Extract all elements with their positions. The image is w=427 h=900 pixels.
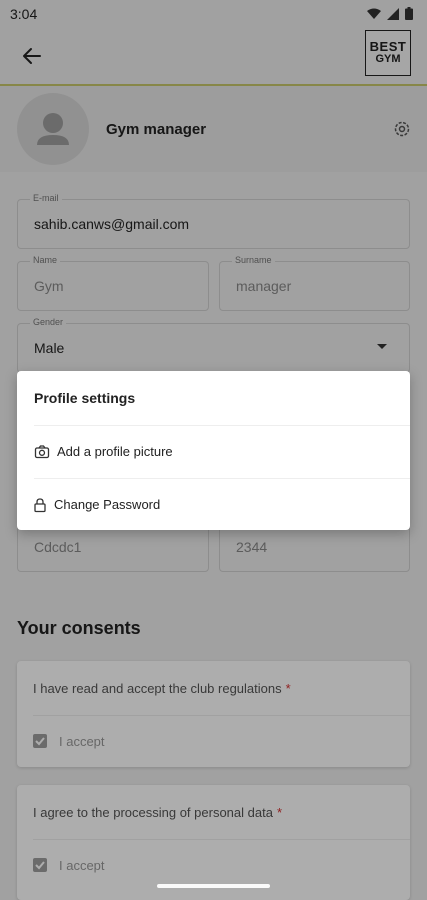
profile-settings-modal: Profile settings Add a profile picture C… bbox=[17, 371, 410, 530]
add-profile-picture-label: Add a profile picture bbox=[57, 444, 173, 459]
change-password-label: Change Password bbox=[54, 497, 161, 512]
change-password-item[interactable]: Change Password bbox=[17, 479, 410, 531]
add-profile-picture-item[interactable]: Add a profile picture bbox=[17, 426, 410, 478]
camera-icon bbox=[34, 445, 50, 459]
modal-title: Profile settings bbox=[34, 390, 136, 406]
home-indicator[interactable] bbox=[157, 884, 270, 888]
lock-icon bbox=[34, 498, 46, 513]
